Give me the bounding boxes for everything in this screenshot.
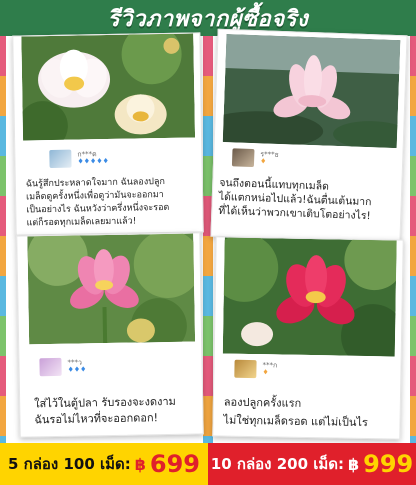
rating-icon: ♦♦♦: [67, 365, 87, 374]
decorative-stripes-right: [410, 36, 416, 443]
price-option-10-boxes[interactable]: 10 กล่อง 200 เม็ด: ฿ 999: [208, 443, 416, 485]
review-photo-white-lotus: [21, 33, 196, 141]
price-amount: 699: [149, 450, 201, 478]
decorative-stripes-center: [203, 36, 213, 443]
baht-icon: ฿: [347, 454, 360, 474]
avatar: [49, 149, 72, 169]
avatar: [39, 357, 62, 377]
price-label: 10 กล่อง 200 เม็ด:: [210, 455, 344, 473]
rating-icon: ♦: [262, 368, 269, 377]
baht-icon: ฿: [134, 454, 146, 474]
rating-icon: ♦: [259, 157, 267, 166]
avatar: [231, 148, 255, 168]
rating-icon: ♦♦♦♦♦: [77, 156, 109, 166]
review-card-4: ***ก ♦ ลองปลูกครั้งแรก ไม่ใช่ทุกเมล็ดรอด…: [212, 236, 404, 440]
review-photo-pink-lotus-2: [27, 233, 196, 345]
review-card-1: ก***ด ♦♦♦♦♦ ฉันรู้สึกประหลาดใจมาก ฉันลอง…: [12, 32, 204, 236]
price-option-5-boxes[interactable]: 5 กล่อง 100 เม็ด: ฿ 699: [0, 443, 208, 485]
pricing-bar: 5 กล่อง 100 เม็ด: ฿ 699 10 กล่อง 200 เม็…: [0, 443, 416, 485]
avatar: [234, 359, 257, 379]
pink-lotus-icon: [27, 233, 196, 345]
review-text-1: ฉันรู้สึกประหลาดใจมาก ฉันลองปลูก เมล็ดดู…: [25, 177, 170, 229]
page-header: รีวิวภาพจากผู้ซื้อจริง: [0, 0, 416, 36]
white-lotus-icon: [21, 33, 196, 141]
decorative-stripes-left: [0, 36, 6, 443]
review-text-4: ลองปลูกครั้งแรก ไม่ใช่ทุกเมล็ดรอด แต่ไม่…: [223, 395, 368, 430]
pink-lotus-icon: [222, 34, 401, 149]
review-card-2: ร***ธ ♦ จนถึงตอนนี้แทบทุกเมล็ด ได้แตกหน่…: [210, 28, 408, 244]
reviewer-info-1: ก***ด ♦♦♦♦♦: [49, 149, 109, 169]
review-photo-pink-lotus: [222, 34, 401, 149]
price-label: 5 กล่อง 100 เม็ด:: [7, 455, 131, 473]
reviewer-info-3: ***ว ♦♦♦: [39, 357, 87, 377]
reviewer-info-4: ***ก ♦: [234, 359, 277, 379]
price-amount: 999: [363, 450, 414, 478]
review-text-3: ใส่ไว้ในตู้ปลา รับรองจะงดงาม ฉันรอไม่ไหว…: [34, 394, 176, 427]
review-photo-red-lotus: [222, 237, 397, 357]
red-lotus-icon: [222, 237, 397, 357]
reviewer-info-2: ร***ธ ♦: [231, 148, 279, 168]
review-text-2: จนถึงตอนนี้แทบทุกเมล็ด ได้แตกหน่อไปแล้ว!…: [218, 176, 372, 223]
review-card-3: ***ว ♦♦♦ ใส่ไว้ในตู้ปลา รับรองจะงดงาม ฉั…: [16, 232, 204, 438]
